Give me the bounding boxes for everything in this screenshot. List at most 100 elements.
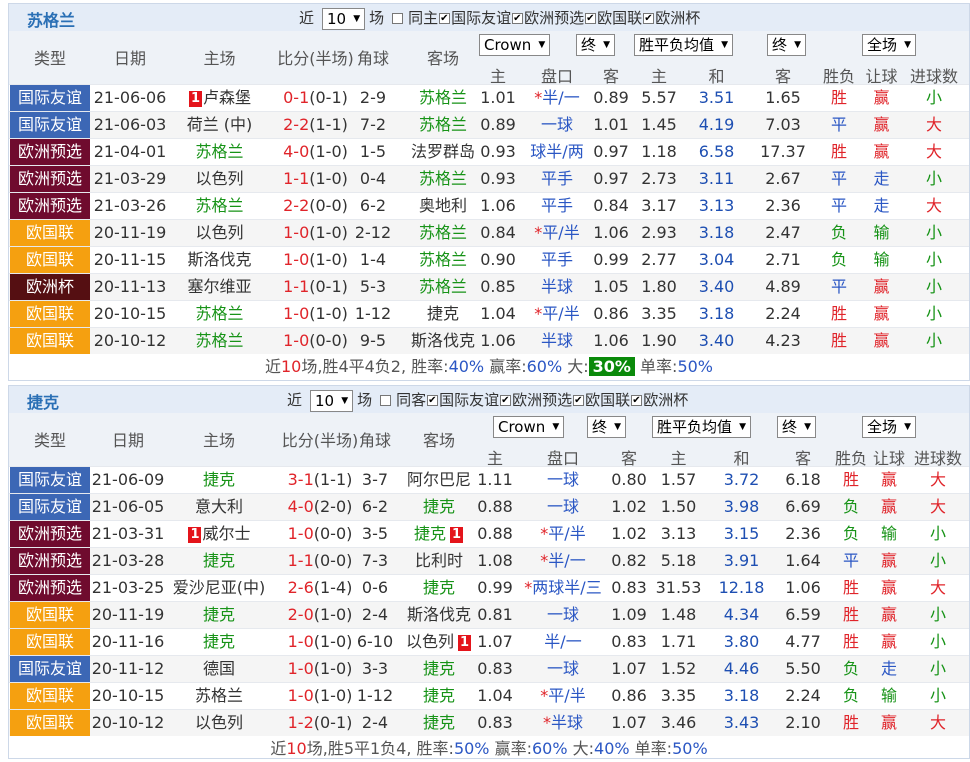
away-team[interactable]: 以色列 1 xyxy=(399,629,479,655)
away-team[interactable]: 斯洛伐克 xyxy=(399,328,487,354)
score: 1-1(1-0) xyxy=(267,166,364,192)
home-team[interactable]: 捷克 xyxy=(169,602,269,628)
full-time-score: 1-1 xyxy=(287,551,314,570)
home-team[interactable]: 意大利 xyxy=(169,494,269,520)
odd-label: 单率: xyxy=(629,739,673,758)
home-team[interactable]: 苏格兰 xyxy=(172,193,267,219)
filter-bar: 捷克 近 10场 同客国际友谊欧洲预选欧国联欧洲杯 xyxy=(9,386,969,413)
euro-draw-odds: 3.72 xyxy=(723,470,760,489)
handicap-line: 一球 xyxy=(546,605,579,624)
match-date: 20-11-13 xyxy=(93,277,167,296)
filter-checkbox[interactable] xyxy=(585,13,597,24)
filter-bar: 苏格兰 近 10场 同主国际友谊欧洲预选欧国联欧洲杯 xyxy=(9,4,969,31)
home-team[interactable]: 爱沙尼亚(中) xyxy=(169,575,269,601)
odds-term-select[interactable]: 终 xyxy=(777,416,817,438)
scope-select[interactable]: 全场 xyxy=(862,416,917,438)
handicap-home-odds: 1.08 xyxy=(477,551,513,570)
handicap-home-odds: 0.83 xyxy=(477,713,513,732)
home-team[interactable]: 苏格兰 xyxy=(172,328,267,354)
away-team[interactable]: 苏格兰 xyxy=(399,166,487,192)
away-team[interactable]: 捷克 xyxy=(399,301,487,327)
filter-checkbox[interactable] xyxy=(427,395,439,406)
handicap-away-odds: 1.06 xyxy=(593,223,629,242)
away-team[interactable]: 捷克 xyxy=(399,710,479,736)
match-count-select[interactable]: 10 xyxy=(322,7,366,30)
summary-count: 10 xyxy=(281,357,302,376)
handicap-line-text: 半/一 xyxy=(548,551,586,570)
corner-count: 1-12 xyxy=(356,686,394,705)
match-result: 负 xyxy=(842,497,859,516)
home-team[interactable]: 以色列 xyxy=(172,220,267,246)
away-team-name: 苏格兰 xyxy=(418,169,467,188)
company-select[interactable]: Crown xyxy=(479,34,551,56)
odds-type-select[interactable]: 胜平负均值 xyxy=(634,34,734,56)
euro-home-odds: 3.35 xyxy=(660,686,697,705)
away-team[interactable]: 奥地利 xyxy=(399,193,487,219)
handicap-result: 赢 xyxy=(873,331,890,350)
handicap-term-select[interactable]: 终 xyxy=(587,416,627,438)
away-team[interactable]: 捷克 xyxy=(399,656,479,682)
home-team[interactable]: 德国 xyxy=(169,656,269,682)
euro-draw-odds: 4.19 xyxy=(698,115,735,134)
euro-draw-odds: 3.40 xyxy=(698,331,735,350)
handicap-term-select[interactable]: 终 xyxy=(576,34,616,56)
handicap-result: 赢 xyxy=(873,88,890,107)
home-team[interactable]: 荷兰 (中) xyxy=(172,112,267,138)
company-select[interactable]: Crown xyxy=(493,416,565,438)
match-type-badge: 欧国联 xyxy=(10,602,90,628)
home-team[interactable]: 捷克 xyxy=(169,548,269,574)
handicap-line-text: 平/半 xyxy=(548,524,586,543)
table-row: 欧国联 20-10-15 苏格兰 1-0(1-0) 1-12 捷克 1.04 *平/半 0.86… xyxy=(9,682,969,709)
away-team[interactable]: 捷克 1 xyxy=(399,521,479,547)
away-team[interactable]: 苏格兰 xyxy=(399,112,487,138)
same-venue-checkbox[interactable] xyxy=(392,13,404,24)
home-team[interactable]: 1 威尔士 xyxy=(169,521,269,547)
scope-select[interactable]: 全场 xyxy=(862,34,917,56)
half-time-score: (1-0) xyxy=(309,169,348,188)
home-team[interactable]: 1 卢森堡 xyxy=(172,85,267,111)
euro-home-odds: 1.57 xyxy=(660,470,697,489)
home-team[interactable]: 捷克 xyxy=(169,467,269,493)
match-count-select[interactable]: 10 xyxy=(310,389,354,412)
away-team[interactable]: 苏格兰 xyxy=(399,220,487,246)
away-team-name: 苏格兰 xyxy=(418,277,467,296)
away-team-name: 比利时 xyxy=(414,551,463,570)
filter-checkbox[interactable] xyxy=(439,13,451,24)
away-team[interactable]: 阿尔巴尼 xyxy=(399,467,479,493)
away-team[interactable]: 法罗群岛 xyxy=(399,139,487,165)
away-team[interactable]: 苏格兰 xyxy=(399,85,487,111)
half-time-score: (1-0) xyxy=(313,632,353,651)
half-time-score: (0-1) xyxy=(309,277,348,296)
away-team[interactable]: 捷克 xyxy=(399,683,479,709)
home-team[interactable]: 塞尔维亚 xyxy=(172,274,267,300)
handicap-line: 半球 xyxy=(540,331,573,350)
filter-checkbox[interactable] xyxy=(512,13,524,24)
away-team[interactable]: 捷克 xyxy=(399,494,479,520)
home-team[interactable]: 斯洛伐克 xyxy=(172,247,267,273)
home-team[interactable]: 以色列 xyxy=(172,166,267,192)
away-team[interactable]: 捷克 xyxy=(399,575,479,601)
filter-checkbox[interactable] xyxy=(631,395,643,406)
home-team[interactable]: 苏格兰 xyxy=(172,301,267,327)
away-team[interactable]: 苏格兰 xyxy=(399,274,487,300)
home-team[interactable]: 苏格兰 xyxy=(169,683,269,709)
handicap-line-text: 平/半 xyxy=(542,304,580,323)
handicap-away-odds: 1.05 xyxy=(593,277,629,296)
away-team[interactable]: 比利时 xyxy=(399,548,479,574)
away-team[interactable]: 斯洛伐克 xyxy=(399,602,479,628)
home-team[interactable]: 苏格兰 xyxy=(172,139,267,165)
match-date: 20-10-12 xyxy=(91,713,165,732)
euro-home-odds: 1.18 xyxy=(641,142,677,161)
handicap-result: 赢 xyxy=(880,578,897,597)
away-team[interactable]: 苏格兰 xyxy=(399,247,487,273)
home-team[interactable]: 捷克 xyxy=(169,629,269,655)
same-venue-checkbox[interactable] xyxy=(380,395,392,406)
odds-term-select[interactable]: 终 xyxy=(767,34,807,56)
filter-checkbox[interactable] xyxy=(643,13,655,24)
filter-checkbox[interactable] xyxy=(573,395,585,406)
odds-type-select[interactable]: 胜平负均值 xyxy=(652,416,752,438)
match-type-badge: 国际友谊 xyxy=(10,112,90,138)
home-team[interactable]: 以色列 xyxy=(169,710,269,736)
filter-checkbox[interactable] xyxy=(500,395,512,406)
handicap-result: 赢 xyxy=(873,115,890,134)
